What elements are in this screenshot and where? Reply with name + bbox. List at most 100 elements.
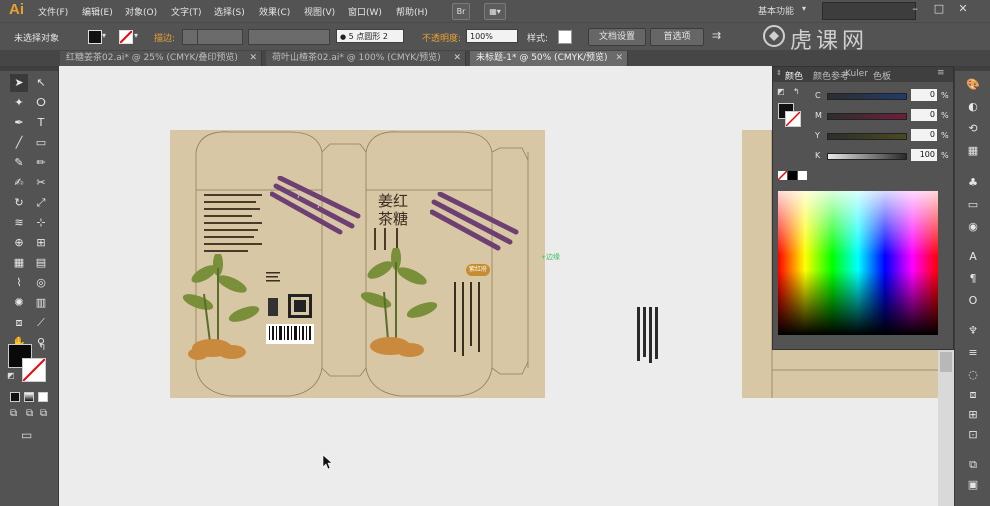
brushes-icon[interactable]: ♆ [962,322,984,340]
close-tab-icon[interactable]: ✕ [249,51,257,66]
white-color-swatch[interactable] [798,171,807,180]
color-spectrum[interactable] [778,191,938,335]
opacity-label[interactable]: 不透明度: [422,31,461,44]
menu-window[interactable]: 窗口(W) [348,5,382,18]
draw-mode-icon[interactable]: ⧉ [10,408,17,419]
workspace-switcher[interactable]: 基本功能 [758,4,794,17]
artboard-tool-icon[interactable]: ⧈ [10,314,28,332]
yellow-value-field[interactable]: 0 [911,129,937,141]
none-color-swatch[interactable] [778,171,787,180]
magenta-slider[interactable] [827,113,907,120]
pencil-tool-icon[interactable]: ✏ [32,154,50,172]
perspective-grid-tool-icon[interactable]: ⊞ [32,234,50,252]
type-tool-icon[interactable]: T [32,114,50,132]
tab-document-3[interactable]: 未标题-1* @ 50% (CMYK/预览) ✕ [470,51,628,66]
eyedropper-tool-icon[interactable]: ⌇ [10,274,28,292]
gradient-tool-icon[interactable]: ▤ [32,254,50,272]
opacity-field[interactable]: 100% [466,29,518,43]
draw-inside-icon[interactable]: ⧉ [40,408,47,419]
swap-fill-stroke-icon[interactable]: ↰ [38,342,46,353]
artboards-icon[interactable]: ▣ [962,476,984,494]
scrollbar-thumb[interactable] [940,352,952,372]
character-icon[interactable]: A [962,248,984,266]
shape-builder-tool-icon[interactable]: ⊕ [10,234,28,252]
paintbrush-tool-icon[interactable]: ✎ [10,154,28,172]
stroke-swatch[interactable] [119,30,133,44]
preferences-button[interactable]: 首选项 [650,28,704,46]
black-slider[interactable] [827,153,907,160]
color-panel-icon[interactable]: 🎨 [962,76,984,94]
bridge-button[interactable]: Br [452,3,470,20]
column-graph-tool-icon[interactable]: ▥ [32,294,50,312]
scale-tool-icon[interactable]: ⤢ [32,194,50,212]
kuler-icon[interactable]: ⟲ [962,120,984,138]
mesh-tool-icon[interactable]: ▦ [10,254,28,272]
stroke-color-box[interactable] [22,358,46,382]
appearance-icon[interactable]: ◉ [962,218,984,236]
panel-stroke-swatch[interactable] [785,111,801,127]
default-fill-stroke-icon[interactable]: ◩ [777,87,785,96]
draw-behind-icon[interactable]: ⧉ [26,408,33,419]
eraser-tool-icon[interactable]: ✂ [32,174,50,192]
menu-select[interactable]: 选择(S) [214,5,245,18]
tab-color[interactable]: 颜色 [785,69,803,82]
menu-view[interactable]: 视图(V) [304,5,335,18]
magic-wand-tool-icon[interactable]: ✦ [10,94,28,112]
yellow-slider[interactable] [827,133,907,140]
stroke-label[interactable]: 描边: [154,31,175,44]
transform-icon[interactable]: ⧈ [962,386,984,404]
artboard-main[interactable]: 姜红 茶糖 紫红府 [170,130,545,398]
symbols-icon[interactable]: ♣ [962,174,984,192]
stroke-weight-stepper[interactable] [182,29,198,45]
close-icon[interactable]: ✕ [952,0,974,18]
tab-kuler[interactable]: Kuler [845,69,868,79]
menu-effect[interactable]: 效果(C) [259,5,290,18]
help-search-input[interactable] [822,2,916,20]
color-guide-icon[interactable]: ◐ [962,98,984,116]
brush-definition[interactable]: ● 5 点圆形 2 [336,29,404,43]
menu-help[interactable]: 帮助(H) [396,5,428,18]
free-transform-tool-icon[interactable]: ⊹ [32,214,50,232]
pen-tool-icon[interactable]: ✒ [10,114,28,132]
tab-color-guide[interactable]: 颜色参考 [813,69,849,82]
menu-file[interactable]: 文件(F) [38,5,68,18]
tab-document-1[interactable]: 红糖姜茶02.ai* @ 25% (CMYK/叠印预览) ✕ [60,51,262,66]
swatches-icon[interactable]: ▦ [962,142,984,160]
workspace-dropdown-icon[interactable]: ▾ [802,4,806,13]
selection-tool-icon[interactable]: ➤ [10,74,28,92]
black-value-field[interactable]: 100 [911,149,937,161]
opentype-icon[interactable]: O [962,292,984,310]
menu-edit[interactable]: 编辑(E) [82,5,113,18]
blend-tool-icon[interactable]: ◎ [32,274,50,292]
floating-text-object[interactable] [635,307,659,365]
menu-object[interactable]: 对象(O) [125,5,157,18]
stroke-weight-field[interactable] [197,29,243,45]
black-color-swatch[interactable] [788,171,797,180]
cyan-value-field[interactable]: 0 [911,89,937,101]
cyan-slider[interactable] [827,93,907,100]
tab-document-2[interactable]: 荷叶山楂茶02.ai* @ 100% (CMYK/预览) ✕ [266,51,466,66]
line-tool-icon[interactable]: ╱ [10,134,28,152]
paragraph-icon[interactable]: ¶ [962,270,984,288]
document-setup-button[interactable]: 文档设置 [588,28,646,46]
collapse-panel-icon[interactable]: ⇕ [776,69,782,77]
rotate-tool-icon[interactable]: ↻ [10,194,28,212]
panel-menu-icon[interactable]: ≡ [937,68,945,78]
close-tab-icon[interactable]: ✕ [615,51,623,66]
close-tab-icon[interactable]: ✕ [453,51,461,66]
stroke-panel-icon[interactable]: ≡ [962,344,984,362]
variable-width-profile[interactable] [248,29,330,45]
gradient-panel-icon[interactable]: ▭ [962,196,984,214]
minimize-icon[interactable]: – [904,0,926,18]
symbol-sprayer-tool-icon[interactable]: ✺ [10,294,28,312]
swap-colors-icon[interactable]: ↰ [793,87,800,96]
arrange-icon[interactable]: ⇉ [712,29,721,42]
align-icon[interactable]: ⊞ [962,406,984,424]
magenta-value-field[interactable]: 0 [911,109,937,121]
slice-tool-icon[interactable]: ⟋ [32,314,50,332]
gradient-mode-icon[interactable] [24,392,34,402]
layers-icon[interactable]: ⧉ [962,456,984,474]
maximize-icon[interactable]: □ [928,0,950,18]
pathfinder-icon[interactable]: ⊡ [962,426,984,444]
lasso-tool-icon[interactable]: ⵔ [32,94,50,112]
